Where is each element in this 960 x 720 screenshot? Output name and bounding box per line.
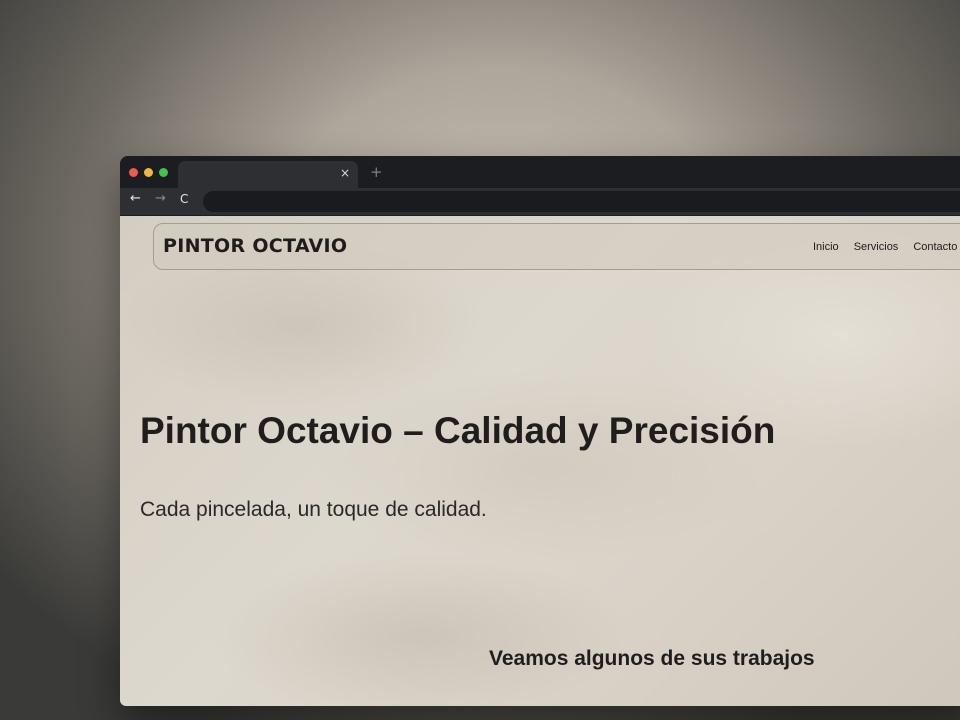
nav-links: Inicio Servicios Contacto	[813, 241, 957, 253]
works-heading: Veamos algunos de sus trabajos	[489, 647, 815, 670]
tab-bar: × +	[120, 156, 960, 188]
back-arrow-icon[interactable]: ←	[130, 191, 141, 206]
site-logo[interactable]: PINTOR OCTAVIO	[163, 235, 347, 257]
new-tab-icon[interactable]: +	[370, 163, 383, 181]
page-viewport: PINTOR OCTAVIO Inicio Servicios Contacto…	[120, 216, 960, 706]
address-bar[interactable]	[203, 191, 960, 212]
close-tab-icon[interactable]: ×	[340, 166, 350, 180]
minimize-window-button[interactable]	[144, 168, 153, 177]
browser-toolbar: ← → C	[120, 188, 960, 216]
close-window-button[interactable]	[129, 168, 138, 177]
hero-subtitle: Cada pincelada, un toque de calidad.	[140, 498, 487, 521]
site-navbar: PINTOR OCTAVIO Inicio Servicios Contacto	[153, 223, 960, 270]
reload-icon[interactable]: C	[180, 192, 188, 206]
maximize-window-button[interactable]	[159, 168, 168, 177]
hero-title: Pintor Octavio – Calidad y Precisión	[140, 410, 776, 451]
browser-window: × + ← → C PINTOR OCTAVIO Inicio Servicio…	[120, 156, 960, 706]
nav-link-servicios[interactable]: Servicios	[854, 241, 899, 253]
nav-link-contacto[interactable]: Contacto	[913, 241, 957, 253]
nav-link-inicio[interactable]: Inicio	[813, 241, 839, 253]
browser-tab[interactable]: ×	[178, 161, 358, 188]
forward-arrow-icon[interactable]: →	[155, 191, 166, 206]
